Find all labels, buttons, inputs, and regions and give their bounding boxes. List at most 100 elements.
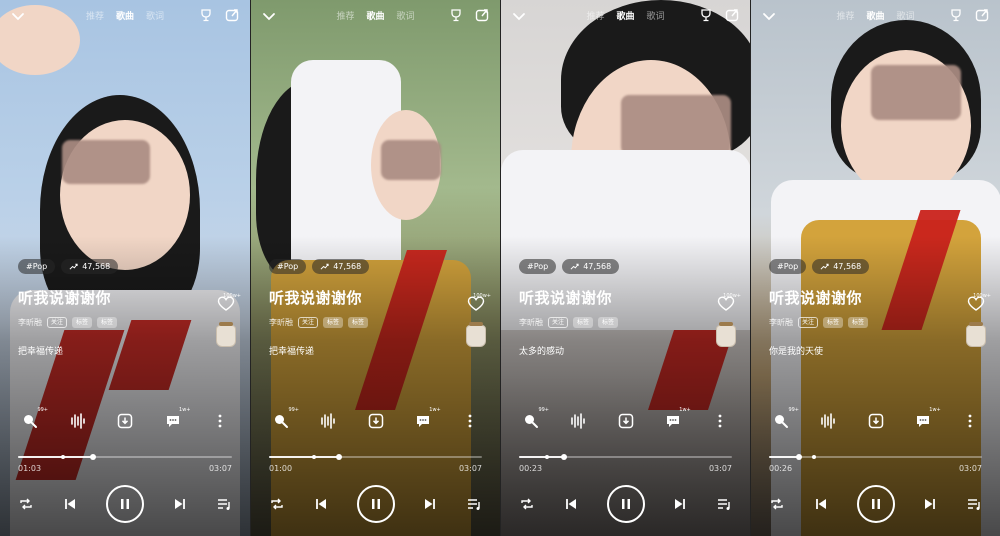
share-out-icon[interactable]: [974, 7, 990, 23]
album-jar-icon[interactable]: [716, 322, 736, 347]
download-icon: [868, 413, 883, 429]
next-icon[interactable]: [672, 496, 688, 512]
download-button[interactable]: [366, 411, 386, 431]
album-jar-icon[interactable]: [966, 322, 986, 347]
play-count-chip[interactable]: 47,568: [562, 259, 620, 274]
action-row: 99+ 1w+: [251, 407, 500, 431]
progress-knob[interactable]: [795, 454, 802, 460]
tab-song[interactable]: 歌曲: [116, 9, 134, 22]
repeat-icon[interactable]: [519, 496, 535, 512]
share-out-icon[interactable]: [474, 7, 490, 23]
search-button[interactable]: 99+: [521, 407, 549, 431]
more-button[interactable]: [210, 411, 230, 431]
tab-recommend[interactable]: 推荐: [336, 9, 354, 22]
sound-effect-button[interactable]: [318, 411, 338, 431]
pause-button[interactable]: [606, 485, 645, 523]
progress-bar[interactable]: [269, 454, 482, 460]
trophy-icon[interactable]: [448, 7, 464, 23]
genre-chip[interactable]: #Pop: [519, 259, 557, 274]
tab-recommend[interactable]: 推荐: [586, 9, 604, 22]
playlist-icon[interactable]: [216, 496, 232, 512]
current-lyric[interactable]: 你是我的天使: [769, 344, 823, 357]
share-out-icon[interactable]: [224, 7, 240, 23]
progress-knob[interactable]: [560, 454, 567, 460]
follow-button[interactable]: 关注: [548, 317, 569, 328]
genre-chip[interactable]: #Pop: [769, 259, 807, 274]
album-jar-icon[interactable]: [216, 322, 236, 347]
genre-chip[interactable]: #Pop: [18, 259, 56, 274]
download-button[interactable]: [616, 411, 636, 431]
like-button[interactable]: 100w+: [467, 293, 491, 317]
previous-icon[interactable]: [313, 496, 329, 512]
progress-bar[interactable]: [769, 454, 982, 460]
pause-icon: [121, 499, 129, 509]
playlist-icon[interactable]: [466, 496, 482, 512]
like-button[interactable]: 100w+: [217, 293, 241, 317]
next-icon[interactable]: [172, 496, 188, 512]
progress-bar[interactable]: [519, 454, 732, 460]
follow-button[interactable]: 关注: [47, 317, 68, 328]
comment-badge: 99+: [788, 407, 799, 413]
tab-song[interactable]: 歌曲: [366, 9, 384, 22]
current-lyric[interactable]: 太多的感动: [519, 344, 564, 357]
pause-button[interactable]: [856, 485, 895, 523]
artist-name[interactable]: 李昕融: [269, 317, 293, 328]
previous-icon[interactable]: [62, 496, 78, 512]
tab-song[interactable]: 歌曲: [616, 9, 634, 22]
current-lyric[interactable]: 把幸福传递: [18, 344, 63, 357]
tab-lyrics[interactable]: 歌词: [647, 9, 665, 22]
download-button[interactable]: [866, 411, 886, 431]
play-count-chip[interactable]: 47,568: [61, 259, 119, 274]
sound-effect-button[interactable]: [818, 411, 838, 431]
tab-lyrics[interactable]: 歌词: [397, 9, 415, 22]
comment-button[interactable]: 1w+: [913, 407, 941, 431]
trophy-icon[interactable]: [948, 7, 964, 23]
comment-button[interactable]: 1w+: [163, 407, 191, 431]
like-button[interactable]: 100w+: [717, 293, 741, 317]
comment-button[interactable]: 1w+: [663, 407, 691, 431]
current-lyric[interactable]: 把幸福传递: [269, 344, 314, 357]
tab-recommend[interactable]: 推荐: [836, 9, 854, 22]
playlist-icon[interactable]: [966, 496, 982, 512]
search-button[interactable]: 99+: [771, 407, 799, 431]
search-button[interactable]: 99+: [271, 407, 299, 431]
tab-lyrics[interactable]: 歌词: [146, 9, 164, 22]
tab-lyrics[interactable]: 歌词: [897, 9, 915, 22]
comment-button[interactable]: 1w+: [413, 407, 441, 431]
repeat-icon[interactable]: [769, 496, 785, 512]
sound-effect-button[interactable]: [568, 411, 588, 431]
genre-chip[interactable]: #Pop: [269, 259, 307, 274]
download-button[interactable]: [115, 411, 135, 431]
follow-button[interactable]: 关注: [298, 317, 319, 328]
playlist-icon[interactable]: [716, 496, 732, 512]
progress-bar[interactable]: [18, 454, 232, 460]
play-count-chip[interactable]: 47,568: [812, 259, 870, 274]
pause-icon: [871, 499, 880, 509]
more-button[interactable]: [960, 411, 980, 431]
share-out-icon[interactable]: [724, 7, 740, 23]
previous-icon[interactable]: [563, 496, 579, 512]
artist-name[interactable]: 李昕融: [769, 317, 793, 328]
repeat-icon[interactable]: [269, 496, 285, 512]
pause-button[interactable]: [106, 485, 144, 523]
search-button[interactable]: 99+: [20, 407, 48, 431]
next-icon[interactable]: [922, 496, 938, 512]
tab-song[interactable]: 歌曲: [866, 9, 884, 22]
artist-name[interactable]: 李昕融: [18, 317, 42, 328]
trophy-icon[interactable]: [698, 7, 714, 23]
previous-icon[interactable]: [813, 496, 829, 512]
trophy-icon[interactable]: [198, 7, 214, 23]
artist-name[interactable]: 李昕融: [519, 317, 543, 328]
more-button[interactable]: [460, 411, 480, 431]
pause-button[interactable]: [356, 485, 395, 523]
album-jar-icon[interactable]: [466, 322, 486, 347]
like-button[interactable]: 100w+: [967, 293, 991, 317]
follow-button[interactable]: 关注: [798, 317, 819, 328]
sound-effect-button[interactable]: [68, 411, 88, 431]
play-count-chip[interactable]: 47,568: [312, 259, 370, 274]
progress-knob[interactable]: [89, 454, 96, 460]
tab-recommend[interactable]: 推荐: [86, 9, 104, 22]
repeat-icon[interactable]: [18, 496, 34, 512]
next-icon[interactable]: [422, 496, 438, 512]
more-button[interactable]: [710, 411, 730, 431]
